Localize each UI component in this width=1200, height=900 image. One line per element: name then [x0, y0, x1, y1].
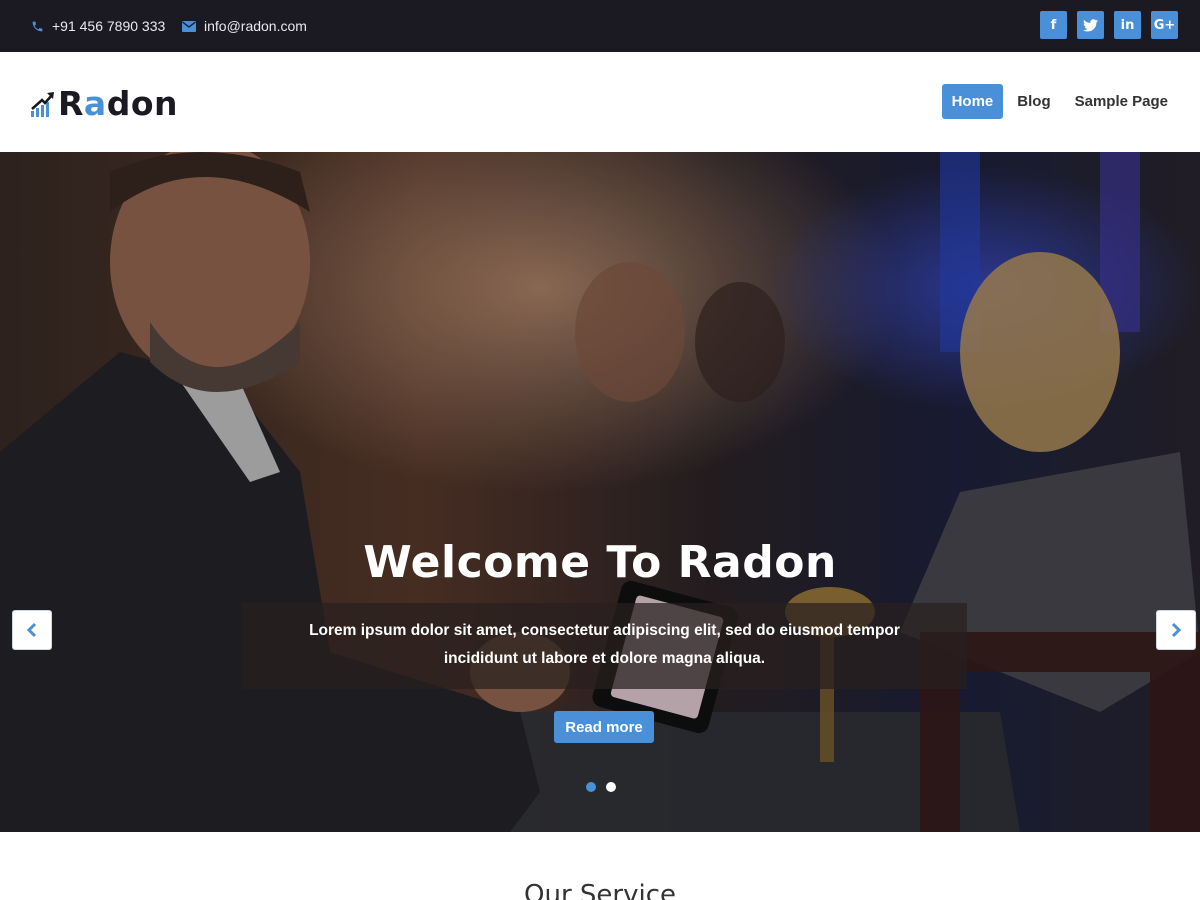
hero-slider: Welcome To Radon Lorem ipsum dolor sit a…	[0, 152, 1200, 832]
read-more-button[interactable]: Read more	[554, 711, 654, 743]
email-address[interactable]: info@radon.com	[204, 18, 307, 34]
facebook-icon[interactable]: f	[1040, 11, 1067, 39]
nav-home[interactable]: Home	[941, 84, 1004, 119]
slider-dots	[586, 782, 616, 792]
hero-description: Lorem ipsum dolor sit amet, consectetur …	[242, 603, 967, 689]
contact-email: info@radon.com	[182, 0, 307, 52]
logo-text: Radon	[58, 84, 178, 123]
nav-blog[interactable]: Blog	[1007, 84, 1060, 119]
logo-text-start: R	[58, 84, 84, 123]
logo-text-accent: a	[83, 84, 107, 123]
slider-dot-1[interactable]	[586, 782, 596, 792]
envelope-icon	[182, 19, 196, 33]
site-header: Radon Home Blog Sample Page	[0, 52, 1200, 152]
logo-text-end: don	[106, 84, 178, 123]
phone-number: +91 456 7890 333	[52, 18, 166, 34]
main-nav: Home Blog Sample Page	[941, 84, 1178, 119]
service-section-heading: Our Service	[524, 880, 676, 900]
hero-title: Welcome To Radon	[363, 537, 837, 588]
site-logo[interactable]: Radon	[30, 84, 178, 123]
social-links: f in G+	[1040, 11, 1178, 39]
slider-dot-2[interactable]	[606, 782, 616, 792]
nav-sample-page[interactable]: Sample Page	[1065, 84, 1178, 119]
chevron-left-icon	[26, 622, 37, 638]
slider-prev-button[interactable]	[12, 610, 52, 650]
phone-icon	[30, 19, 44, 33]
chevron-right-icon	[1171, 622, 1182, 638]
top-bar: +91 456 7890 333 info@radon.com f in G+	[0, 0, 1200, 52]
slider-next-button[interactable]	[1156, 610, 1196, 650]
logo-mark-icon	[31, 91, 54, 117]
linkedin-icon[interactable]: in	[1114, 11, 1141, 39]
contact-phone: +91 456 7890 333	[30, 0, 165, 52]
google-plus-icon[interactable]: G+	[1151, 11, 1178, 39]
twitter-icon[interactable]	[1077, 11, 1104, 39]
